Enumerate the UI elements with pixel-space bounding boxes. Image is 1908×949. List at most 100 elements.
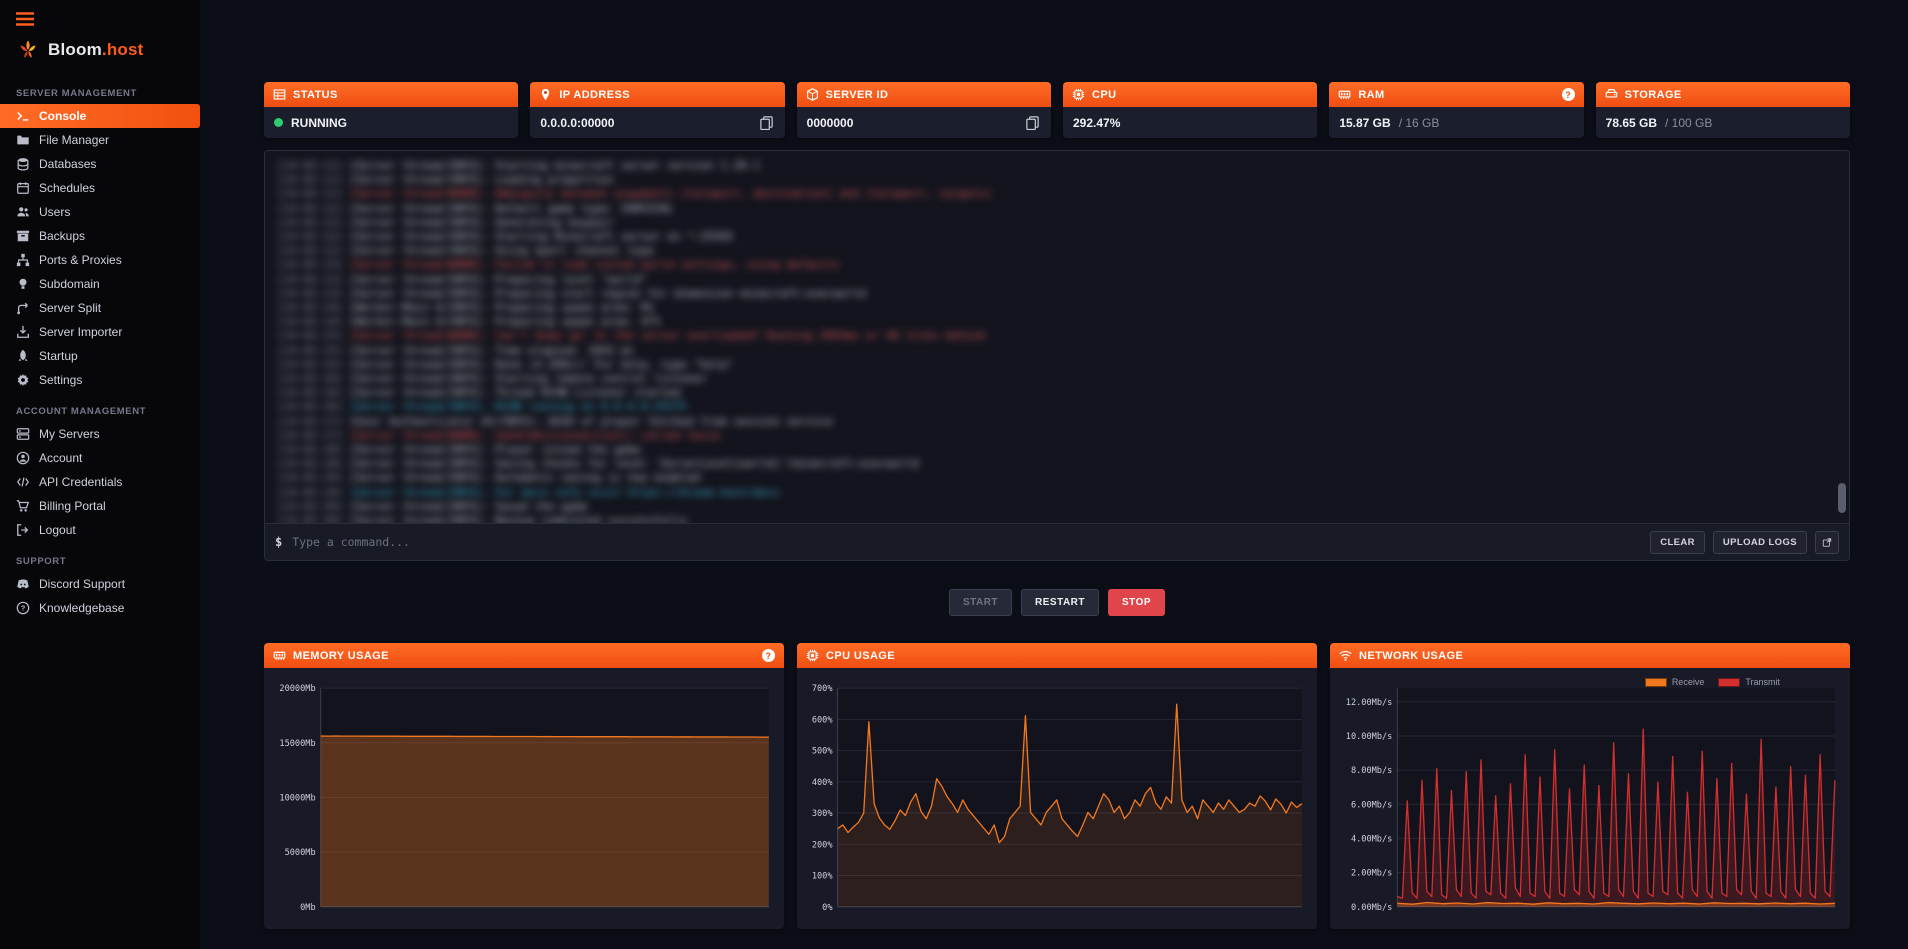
sidebar-item-label: Subdomain (39, 277, 100, 291)
sidebar-item-logout[interactable]: Logout (0, 518, 200, 542)
help-icon[interactable]: ? (762, 649, 775, 662)
copy-icon[interactable] (759, 115, 775, 131)
log-text: [Server thread/INFO]: Generating keypair (349, 216, 614, 229)
log-timestamp: [14:02:13] (277, 287, 343, 300)
chart-card-header: NETWORK USAGE (1330, 643, 1850, 668)
sidebar-item-databases[interactable]: Databases (0, 152, 200, 176)
console-log[interactable]: [14:02:11] [Server thread/INFO]: Starting… (265, 151, 1849, 523)
log-timestamp: [14:02:14] (277, 315, 343, 328)
svg-text:400%: 400% (812, 778, 834, 788)
sidebar-item-label: Knowledgebase (39, 601, 124, 615)
console-line: [14:02:12][Server thread/INFO]: Default … (277, 202, 1837, 216)
start-button[interactable]: START (949, 589, 1012, 616)
servers-icon (16, 427, 30, 441)
chart-card-title: CPU USAGE (826, 650, 895, 662)
log-timestamp: [14:02:17] (277, 429, 343, 442)
stat-card-header: SERVER ID (797, 82, 1051, 107)
sidebar-item-account[interactable]: Account (0, 446, 200, 470)
log-text: [Server thread/INFO]: For more info visi… (349, 486, 779, 499)
log-text: [Server thread/INFO]: Done (4.268s)! For… (349, 358, 733, 371)
console-line: [14:02:12][Server thread/INFO]: Using ep… (277, 244, 1837, 258)
sidebar-item-label: Startup (39, 349, 78, 363)
gear-icon (16, 373, 30, 387)
svg-text:12.00Mb/s: 12.00Mb/s (1346, 698, 1393, 708)
legend-swatch (1645, 678, 1667, 687)
log-text: [Server thread/INFO]: Using epoll channe… (349, 244, 654, 257)
legend-item-receive: Receive (1645, 677, 1705, 687)
sidebar-item-subdomain[interactable]: Subdomain (0, 272, 200, 296)
stat-card-header: STORAGE (1596, 82, 1850, 107)
sidebar-item-users[interactable]: Users (0, 200, 200, 224)
svg-text:10000Mb: 10000Mb (279, 793, 315, 803)
console-line: [14:02:19][Server thread/INFO]: For more… (277, 486, 1837, 500)
cube-icon (806, 88, 819, 101)
svg-text:0%: 0% (822, 903, 833, 913)
sidebar-item-billing-portal[interactable]: Billing Portal (0, 494, 200, 518)
stat-value: 0.0.0.0:00000 (540, 116, 614, 130)
sidebar-item-file-manager[interactable]: File Manager (0, 128, 200, 152)
stat-card-title: STORAGE (1625, 89, 1682, 101)
help-icon[interactable]: ? (1562, 88, 1575, 101)
sidebar-item-console[interactable]: Console (0, 104, 200, 128)
svg-text:200%: 200% (812, 840, 834, 850)
console-scrollbar[interactable] (1838, 483, 1846, 513)
log-timestamp: [14:02:13] (277, 258, 343, 271)
stat-card-header: CPU (1063, 82, 1317, 107)
command-input[interactable] (290, 534, 1642, 550)
sidebar-item-label: API Credentials (39, 475, 122, 489)
log-timestamp: [14:02:20] (277, 514, 343, 523)
copy-icon[interactable] (1025, 115, 1041, 131)
popout-console-button[interactable] (1815, 531, 1839, 554)
stat-max-value: / 16 GB (1399, 116, 1440, 130)
sidebar-item-api-credentials[interactable]: API Credentials (0, 470, 200, 494)
sidebar-item-label: Databases (39, 157, 96, 171)
sidebar-item-startup[interactable]: Startup (0, 344, 200, 368)
sidebar-item-discord-support[interactable]: Discord Support (0, 572, 200, 596)
log-text: [Server thread/INFO]: Starting remote co… (349, 372, 707, 385)
sidebar-item-label: Users (39, 205, 70, 219)
sidebar-item-server-importer[interactable]: Server Importer (0, 320, 200, 344)
sidebar-item-schedules[interactable]: Schedules (0, 176, 200, 200)
stat-value: 0000000 (807, 116, 854, 130)
split-icon (16, 301, 30, 315)
sidebar-section-label: SUPPORT (16, 556, 184, 567)
sidebar: Bloom.host SERVER MANAGEMENTConsoleFile … (0, 0, 200, 949)
log-text: [Server thread/INFO]: Backup completed s… (349, 514, 687, 523)
sidebar-item-server-split[interactable]: Server Split (0, 296, 200, 320)
logo-text: Bloom.host (48, 40, 144, 60)
sidebar-item-ports-proxies[interactable]: Ports & Proxies (0, 248, 200, 272)
sidebar-item-settings[interactable]: Settings (0, 368, 200, 392)
log-timestamp: [14:02:18] (277, 457, 343, 470)
stat-card-ip-address: IP ADDRESS0.0.0.0:00000 (530, 82, 784, 138)
code-icon (16, 475, 30, 489)
log-text: [Server thread/INFO]: Loading properties (349, 173, 614, 186)
legend-label: Receive (1672, 677, 1705, 687)
sidebar-item-my-servers[interactable]: My Servers (0, 422, 200, 446)
memory-icon (273, 649, 286, 662)
log-text: [Server thread/WARN]: Failed to load cus… (349, 258, 839, 271)
sidebar-item-knowledgebase[interactable]: ?Knowledgebase (0, 596, 200, 620)
folder-icon (16, 133, 30, 147)
log-text: [Server thread/INFO]: Default game type:… (349, 202, 674, 215)
logo[interactable]: Bloom.host (0, 28, 200, 74)
discord-icon (16, 577, 30, 591)
log-timestamp: [14:02:16] (277, 386, 343, 399)
log-timestamp: [14:02:12] (277, 230, 343, 243)
svg-text:100%: 100% (812, 872, 834, 882)
ports-icon (16, 253, 30, 267)
sidebar-item-label: Console (39, 109, 86, 123)
stat-value: 292.47% (1073, 116, 1120, 130)
command-bar: $ CLEAR UPLOAD LOGS (265, 523, 1849, 560)
restart-button[interactable]: RESTART (1021, 589, 1099, 616)
clear-button[interactable]: CLEAR (1650, 531, 1705, 554)
hamburger-menu-icon[interactable] (0, 0, 200, 28)
stop-button[interactable]: STOP (1108, 589, 1165, 616)
svg-text:0Mb: 0Mb (300, 903, 316, 913)
log-timestamp: [14:02:11] (277, 159, 343, 172)
user-icon (16, 451, 30, 465)
upload-logs-button[interactable]: UPLOAD LOGS (1713, 531, 1807, 554)
console-panel: [14:02:11] [Server thread/INFO]: Starting… (264, 150, 1850, 561)
stat-card-title: STATUS (293, 89, 338, 101)
stat-card-header: RAM? (1329, 82, 1583, 107)
sidebar-item-backups[interactable]: Backups (0, 224, 200, 248)
